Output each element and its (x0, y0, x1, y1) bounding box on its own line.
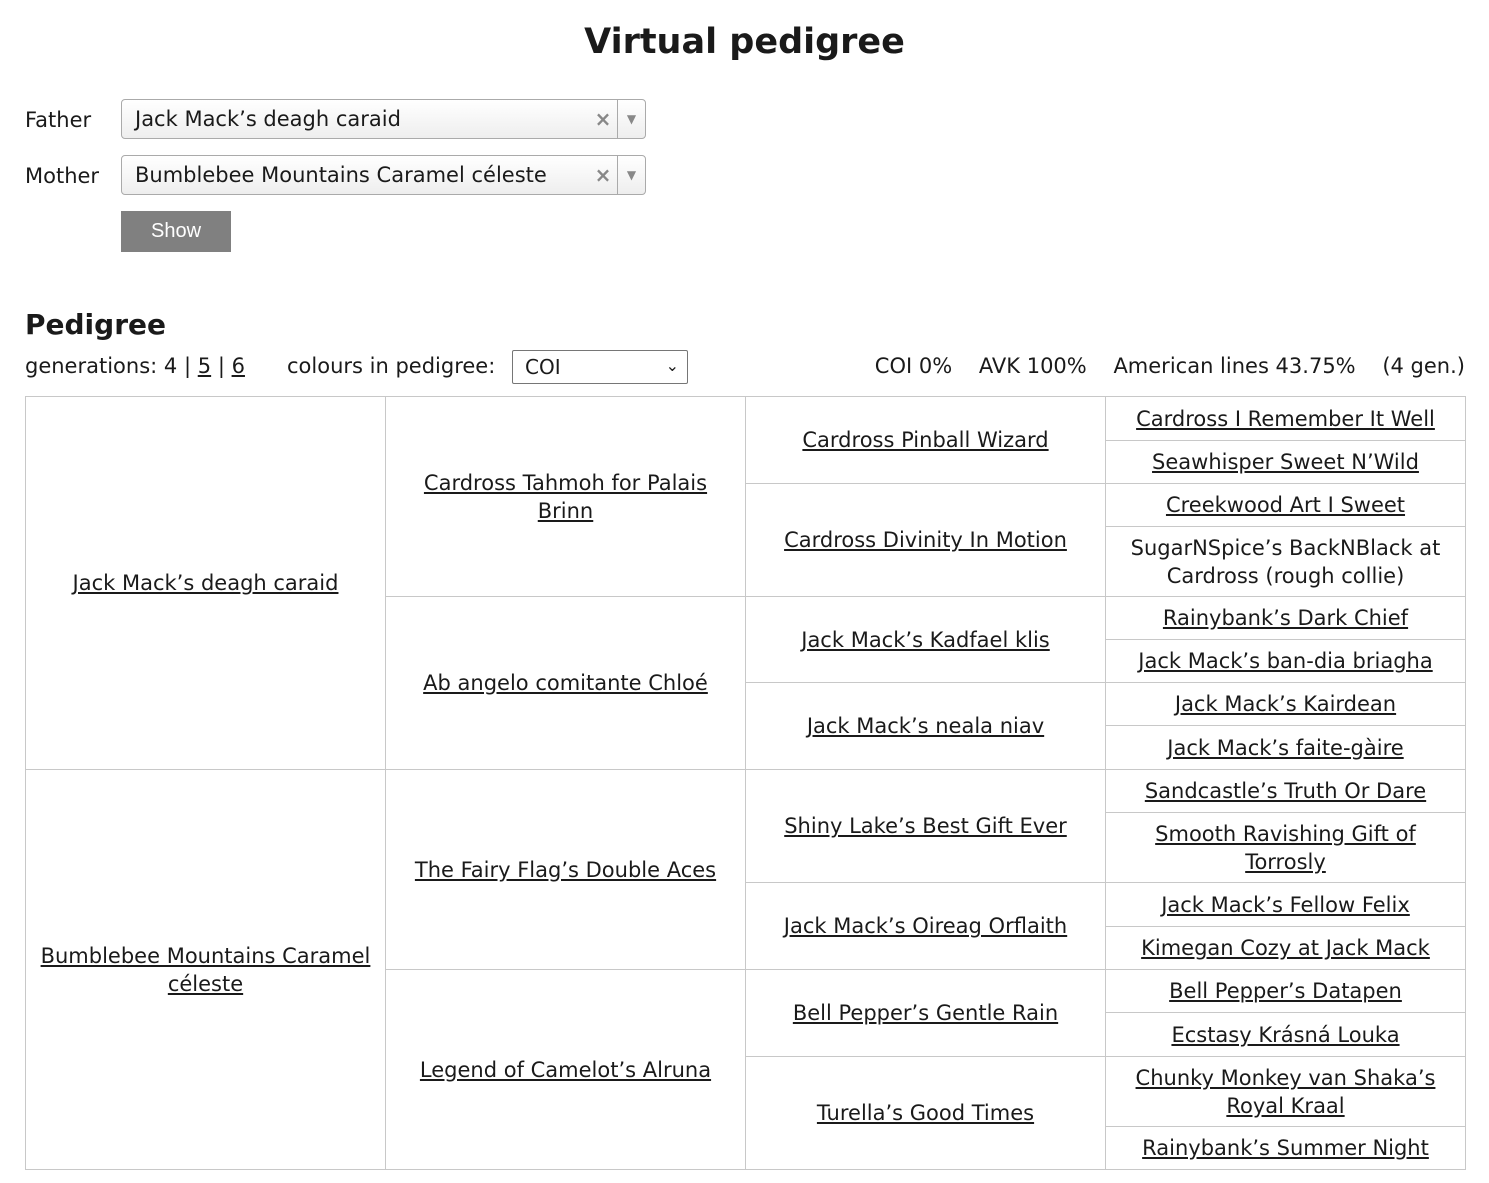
pedigree-stats: COI 0% AVK 100% American lines 43.75% (4… (855, 354, 1465, 378)
chevron-down-icon: ⌄ (665, 356, 679, 375)
pedigree-cell-ancestor: Jack Mack’s Kairdean (1105, 682, 1466, 726)
pedigree-cell-grandparent: The Fairy Flag’s Double Aces (385, 769, 746, 970)
pedigree-cell-great-grandparent: Turella’s Good Times (745, 1056, 1106, 1170)
mother-clear-icon[interactable]: × (589, 163, 617, 187)
mother-label: Mother (25, 164, 100, 188)
generations-current: 4 (163, 354, 178, 378)
stat-avk: AVK 100% (978, 354, 1087, 378)
pedigree-cell-great-grandparent: Cardross Pinball Wizard (745, 396, 1106, 484)
pedigree-link[interactable]: Ecstasy Krásná Louka (1171, 1023, 1399, 1047)
father-dropdown-arrow-icon[interactable]: ▼ (617, 100, 645, 138)
pedigree-cell-ancestor: SugarNSpice’s BackNBlack at Cardross (ro… (1105, 526, 1466, 597)
colours-select[interactable]: COI ⌄ (512, 350, 688, 384)
pedigree-link[interactable]: Bell Pepper’s Datapen (1169, 979, 1402, 1003)
pedigree-cell-great-grandparent: Shiny Lake’s Best Gift Ever (745, 769, 1106, 883)
father-select-value: Jack Mack’s deagh caraid (135, 107, 401, 131)
page: Virtual pedigree Father Jack Mack’s deag… (0, 0, 1489, 1183)
pedigree-controls: generations: 4 | 5 | 6 colours in pedigr… (25, 350, 1465, 384)
pedigree-link[interactable]: Cardross Tahmoh for Palais Brinn (424, 471, 707, 523)
pedigree-cell-ancestor: Creekwood Art I Sweet (1105, 483, 1466, 527)
pedigree-cell-ancestor: Kimegan Cozy at Jack Mack (1105, 926, 1466, 970)
pedigree-link[interactable]: Cardross Pinball Wizard (802, 428, 1048, 452)
mother-select-value: Bumblebee Mountains Caramel céleste (135, 163, 547, 187)
pedigree-link[interactable]: Jack Mack’s Kairdean (1175, 692, 1396, 716)
generations-link-6[interactable]: 6 (232, 354, 245, 378)
pedigree-cell-ancestor: Cardross I Remember It Well (1105, 396, 1466, 441)
pedigree-link[interactable]: Smooth Ravishing Gift of Torrosly (1155, 822, 1416, 874)
pedigree-cell-great-grandparent: Jack Mack’s neala niav (745, 682, 1106, 770)
show-button[interactable]: Show (121, 211, 231, 252)
pedigree-table: Jack Mack’s deagh caraid Cardross Tahmoh… (25, 396, 1466, 1170)
pedigree-link[interactable]: Jack Mack’s Kadfael klis (801, 628, 1050, 652)
generations-separator: | (217, 354, 225, 378)
pedigree-cell-ancestor: Ecstasy Krásná Louka (1105, 1012, 1466, 1057)
pedigree-cell-great-grandparent: Jack Mack’s Oireag Orflaith (745, 882, 1106, 970)
pedigree-link[interactable]: Cardross Divinity In Motion (784, 528, 1067, 552)
pedigree-link[interactable]: Jack Mack’s neala niav (807, 714, 1044, 738)
pedigree-cell-ancestor: Jack Mack’s ban-dia briagha (1105, 639, 1466, 683)
pedigree-link[interactable]: Kimegan Cozy at Jack Mack (1141, 936, 1430, 960)
pedigree-cell-great-grandparent: Jack Mack’s Kadfael klis (745, 596, 1106, 683)
pedigree-cell-grandparent: Legend of Camelot’s Alruna (385, 969, 746, 1170)
mother-dropdown-arrow-icon[interactable]: ▼ (617, 156, 645, 194)
father-select[interactable]: Jack Mack’s deagh caraid × ▼ (121, 99, 646, 139)
pedigree-name-unlinked: SugarNSpice’s BackNBlack at Cardross (ro… (1130, 535, 1441, 588)
pedigree-cell-ancestor: Bell Pepper’s Datapen (1105, 969, 1466, 1013)
pedigree-link[interactable]: Legend of Camelot’s Alruna (420, 1058, 711, 1082)
colours-label: colours in pedigree: (287, 354, 496, 378)
pedigree-link[interactable]: Jack Mack’s ban-dia briagha (1138, 649, 1432, 673)
generations-selector: generations: 4 | 5 | 6 (25, 354, 245, 378)
generations-link-5[interactable]: 5 (198, 354, 211, 378)
pedigree-link[interactable]: Seawhisper Sweet N’Wild (1152, 450, 1419, 474)
pedigree-cell-grandparent: Cardross Tahmoh for Palais Brinn (385, 396, 746, 597)
father-label: Father (25, 108, 92, 132)
pedigree-cell-ancestor: Seawhisper Sweet N’Wild (1105, 440, 1466, 484)
colours-select-value: COI (525, 355, 561, 379)
pedigree-cell-great-grandparent: Cardross Divinity In Motion (745, 483, 1106, 597)
pedigree-cell-ancestor: Rainybank’s Summer Night (1105, 1126, 1466, 1170)
pedigree-cell-ancestor: Chunky Monkey van Shaka’s Royal Kraal (1105, 1056, 1466, 1127)
pedigree-link[interactable]: Chunky Monkey van Shaka’s Royal Kraal (1136, 1066, 1436, 1118)
pedigree-cell-grandparent: Ab angelo comitante Chloé (385, 596, 746, 770)
pedigree-cell-great-grandparent: Bell Pepper’s Gentle Rain (745, 969, 1106, 1057)
pedigree-link[interactable]: Ab angelo comitante Chloé (423, 671, 708, 695)
pedigree-cell-ancestor: Smooth Ravishing Gift of Torrosly (1105, 812, 1466, 883)
father-clear-icon[interactable]: × (589, 107, 617, 131)
pedigree-link[interactable]: Sandcastle’s Truth Or Dare (1145, 779, 1426, 803)
pedigree-link[interactable]: Bell Pepper’s Gentle Rain (793, 1001, 1058, 1025)
pedigree-link[interactable]: The Fairy Flag’s Double Aces (415, 858, 716, 882)
pedigree-link[interactable]: Bumblebee Mountains Caramel céleste (41, 944, 371, 996)
mother-select[interactable]: Bumblebee Mountains Caramel céleste × ▼ (121, 155, 646, 195)
pedigree-cell-parent: Jack Mack’s deagh caraid (25, 396, 386, 770)
pedigree-link[interactable]: Turella’s Good Times (817, 1101, 1034, 1125)
generations-label: generations: (25, 354, 158, 378)
pedigree-link[interactable]: Jack Mack’s faite-gàire (1167, 736, 1403, 760)
pedigree-cell-ancestor: Jack Mack’s faite-gàire (1105, 725, 1466, 770)
pedigree-link[interactable]: Shiny Lake’s Best Gift Ever (784, 814, 1067, 838)
pedigree-cell-ancestor: Jack Mack’s Fellow Felix (1105, 882, 1466, 927)
pedigree-cell-parent: Bumblebee Mountains Caramel céleste (25, 769, 386, 1170)
pedigree-cell-ancestor: Rainybank’s Dark Chief (1105, 596, 1466, 640)
pedigree-link[interactable]: Jack Mack’s Oireag Orflaith (784, 914, 1067, 938)
pedigree-link[interactable]: Jack Mack’s Fellow Felix (1161, 893, 1410, 917)
pedigree-cell-ancestor: Sandcastle’s Truth Or Dare (1105, 769, 1466, 813)
page-title: Virtual pedigree (584, 22, 905, 62)
pedigree-link[interactable]: Jack Mack’s deagh caraid (73, 571, 339, 595)
stat-coi: COI 0% (874, 354, 953, 378)
pedigree-link[interactable]: Creekwood Art I Sweet (1166, 493, 1405, 517)
pedigree-heading: Pedigree (25, 308, 166, 341)
pedigree-link[interactable]: Cardross I Remember It Well (1136, 407, 1435, 431)
stat-generations: (4 gen.) (1382, 354, 1465, 378)
stat-american-lines: American lines 43.75% (1113, 354, 1356, 378)
pedigree-link[interactable]: Rainybank’s Dark Chief (1163, 606, 1408, 630)
generations-separator: | (183, 354, 192, 378)
pedigree-link[interactable]: Rainybank’s Summer Night (1142, 1136, 1429, 1160)
